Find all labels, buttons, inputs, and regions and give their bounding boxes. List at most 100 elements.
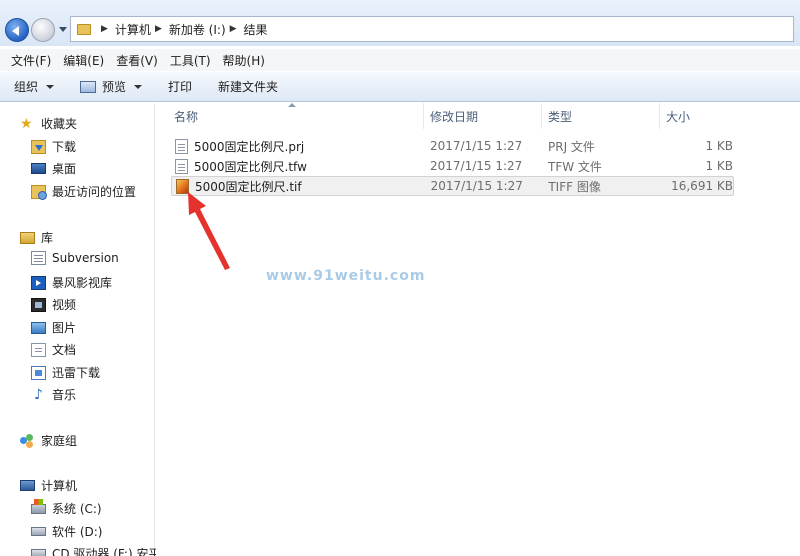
menu-view[interactable]: 查看(V) [112, 50, 166, 71]
file-size: 1 KB [705, 139, 733, 153]
nav-item-recent[interactable]: 最近访问的位置 [31, 183, 136, 200]
nav-item-drive-f[interactable]: CD 驱动器 (F:) 安平 [31, 545, 160, 556]
nav-item-drive-d[interactable]: 软件 (D:) [31, 523, 102, 540]
new-folder-button[interactable]: 新建文件夹 [218, 78, 278, 95]
nav-item-videos[interactable]: 视频 [31, 296, 76, 313]
nav-item-label: 下载 [52, 140, 77, 154]
chevron-right-icon[interactable]: ▶ [101, 24, 108, 34]
nav-item-label: 迅雷下载 [52, 366, 101, 380]
forward-button[interactable] [31, 18, 55, 42]
address-bar-area: ▶ 计算机 ▶ 新加卷 (I:) ▶ 结果 [0, 0, 800, 46]
text-file-icon [175, 158, 188, 174]
file-size: 16,691 KB [671, 179, 733, 193]
nav-item-label: 暴风影视库 [52, 276, 113, 290]
watermark: www.91weitu.com [266, 268, 426, 284]
nav-item-drive-c[interactable]: 系统 (C:) [31, 498, 102, 517]
recent-pages-dropdown[interactable] [59, 27, 67, 32]
print-label: 打印 [168, 80, 193, 94]
media-library-icon [31, 275, 46, 290]
file-date: 2017/1/15 1:27 [430, 139, 523, 153]
file-type: PRJ 文件 [548, 139, 595, 154]
nav-favorites-label: 收藏夹 [41, 117, 78, 131]
column-header-label: 修改日期 [430, 109, 479, 124]
column-header-name[interactable]: 名称 [168, 103, 424, 129]
nav-favorites[interactable]: ★ 收藏夹 [20, 115, 77, 132]
column-header-size[interactable]: 大小 [660, 103, 738, 129]
desktop-icon [31, 163, 46, 174]
nav-libraries[interactable]: 库 [20, 229, 53, 246]
file-list-pane[interactable]: 名称 修改日期 类型 大小 5000固定比例尺.prj 2017/1/15 1:… [156, 103, 800, 556]
command-bar: 组织 预览 打印 新建文件夹 [0, 72, 800, 102]
subversion-icon [31, 251, 46, 265]
preview-icon [80, 80, 97, 93]
nav-item-pictures[interactable]: 图片 [31, 319, 76, 336]
breadcrumb-drive[interactable]: 新加卷 (I:) [169, 21, 226, 38]
system-drive-icon [31, 498, 46, 514]
chevron-right-icon[interactable]: ▶ [155, 24, 162, 34]
nav-item-label: 软件 (D:) [52, 525, 103, 539]
column-header-date[interactable]: 修改日期 [424, 103, 542, 129]
star-icon: ★ [20, 115, 33, 132]
menu-tools[interactable]: 工具(T) [166, 50, 219, 71]
library-icon [20, 231, 35, 244]
nav-item-storm-library[interactable]: 暴风影视库 [31, 274, 112, 291]
music-note-icon: ♪ [34, 386, 43, 403]
file-date: 2017/1/15 1:27 [430, 179, 523, 193]
homegroup-icon [20, 433, 35, 448]
nav-homegroup-label: 家庭组 [41, 434, 78, 448]
recent-places-icon [31, 184, 47, 200]
breadcrumb-computer[interactable]: 计算机 [115, 21, 151, 38]
menu-bar: 文件(F) 编辑(E) 查看(V) 工具(T) 帮助(H) [0, 49, 800, 71]
nav-item-subversion[interactable]: Subversion [31, 251, 119, 265]
nav-item-label: 音乐 [52, 388, 77, 402]
nav-item-music[interactable]: ♪ 音乐 [31, 386, 76, 403]
file-row[interactable]: 5000固定比例尺.prj 2017/1/15 1:27 PRJ 文件 1 KB [171, 136, 734, 156]
download-manager-icon [31, 365, 46, 380]
nav-computer[interactable]: 计算机 [20, 477, 77, 494]
folder-icon [77, 23, 91, 35]
nav-item-xunlei[interactable]: 迅雷下载 [31, 364, 100, 381]
file-size: 1 KB [705, 159, 733, 173]
file-row-selected[interactable]: 5000固定比例尺.tif 2017/1/15 1:27 TIFF 图像 16,… [171, 176, 734, 196]
file-name: 5000固定比例尺.tfw [194, 159, 307, 174]
menu-help[interactable]: 帮助(H) [219, 50, 273, 71]
computer-icon [20, 480, 35, 491]
nav-item-label: CD 驱动器 (F:) 安平 [52, 547, 161, 556]
documents-icon [31, 342, 46, 357]
print-button[interactable]: 打印 [168, 78, 192, 95]
file-type: TFW 文件 [548, 159, 602, 174]
menu-edit[interactable]: 编辑(E) [59, 50, 112, 71]
nav-item-downloads[interactable]: 下载 [31, 138, 76, 155]
nav-homegroup[interactable]: 家庭组 [20, 432, 77, 449]
nav-item-label: Subversion [52, 251, 119, 265]
download-folder-icon [31, 139, 46, 154]
nav-item-label: 图片 [52, 321, 77, 335]
menu-file[interactable]: 文件(F) [7, 50, 59, 71]
nav-item-documents[interactable]: 文档 [31, 341, 76, 358]
breadcrumb-folder[interactable]: 结果 [244, 21, 268, 38]
navigation-pane[interactable]: ★ 收藏夹 下载 桌面 最近访问的位置 库 Subversion 暴风影视库 视… [0, 103, 160, 556]
video-icon [31, 297, 46, 312]
preview-button[interactable]: 预览 [80, 78, 143, 95]
chevron-right-icon[interactable]: ▶ [230, 24, 237, 34]
annotation-arrow-icon [188, 192, 230, 270]
chevron-down-icon [134, 84, 143, 89]
nav-computer-label: 计算机 [41, 479, 78, 493]
nav-item-label: 最近访问的位置 [52, 185, 137, 199]
address-box[interactable]: ▶ 计算机 ▶ 新加卷 (I:) ▶ 结果 [70, 16, 794, 42]
file-name: 5000固定比例尺.prj [194, 139, 305, 154]
file-type: TIFF 图像 [548, 179, 601, 194]
column-header-type[interactable]: 类型 [542, 103, 660, 129]
file-row[interactable]: 5000固定比例尺.tfw 2017/1/15 1:27 TFW 文件 1 KB [171, 156, 734, 176]
pictures-icon [31, 321, 46, 334]
file-date: 2017/1/15 1:27 [430, 159, 523, 173]
column-header-label: 名称 [174, 109, 199, 124]
nav-item-desktop[interactable]: 桌面 [31, 160, 76, 177]
nav-item-label: 系统 (C:) [52, 502, 102, 516]
new-folder-label: 新建文件夹 [218, 80, 279, 94]
organize-button[interactable]: 组织 [14, 78, 55, 95]
nav-libraries-label: 库 [41, 231, 54, 245]
drive-icon [31, 527, 46, 536]
back-button[interactable] [5, 18, 29, 42]
chevron-down-icon [46, 84, 55, 89]
